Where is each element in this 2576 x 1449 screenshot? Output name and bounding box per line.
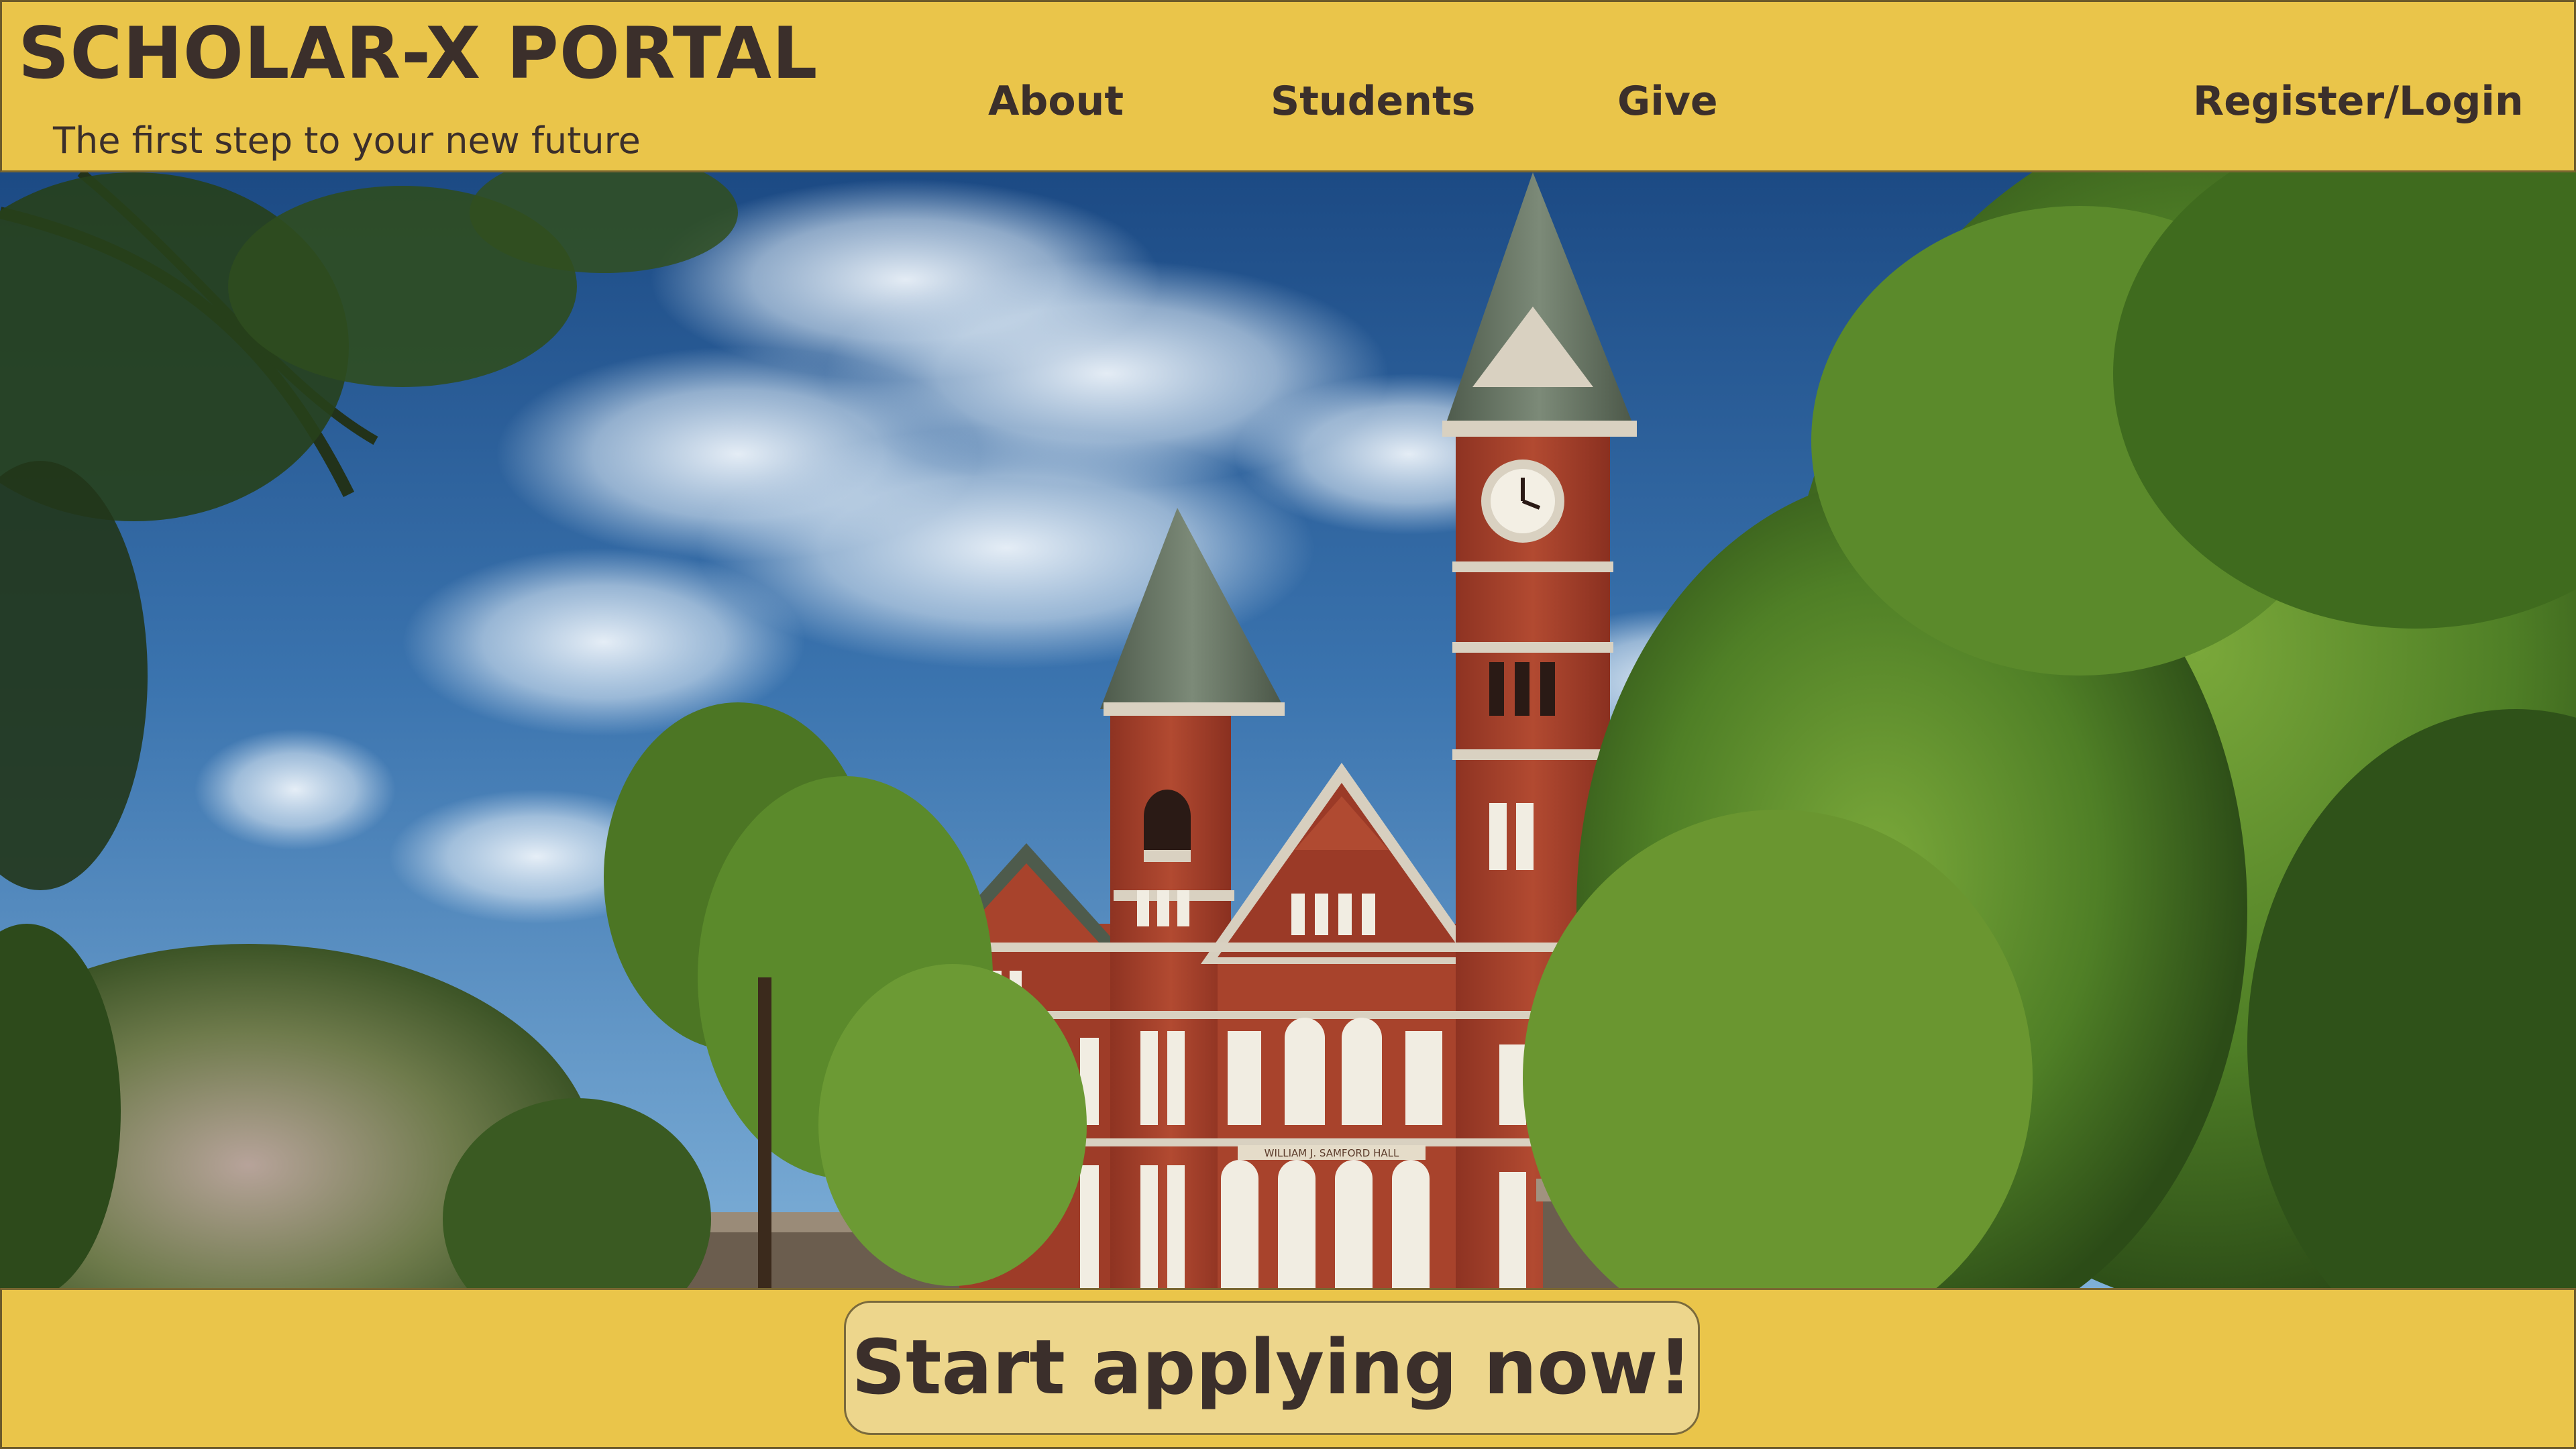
nav-link-give[interactable]: Give [1617,81,1718,121]
nav-link-students[interactable]: Students [1271,81,1475,121]
site-header: SCHOLAR-X PORTAL The first step to your … [0,0,2576,172]
campus-building-illustration: WILLIAM J. SAMFORD HALL [0,172,2576,1288]
site-logo-title[interactable]: SCHOLAR-X PORTAL [18,18,818,89]
start-applying-label: Start applying now! [851,1324,1693,1411]
nav-link-register-login[interactable]: Register/Login [2193,81,2524,121]
nav-link-about[interactable]: About [988,81,1124,121]
start-applying-button[interactable]: Start applying now! [844,1301,1700,1435]
building-name-sign: WILLIAM J. SAMFORD HALL [1265,1147,1399,1159]
cta-band: Start applying now! [0,1288,2576,1449]
site-tagline: The first step to your new future [53,119,641,162]
page: SCHOLAR-X PORTAL The first step to your … [0,0,2576,1449]
hero-campus-image: WILLIAM J. SAMFORD HALL [0,172,2576,1288]
